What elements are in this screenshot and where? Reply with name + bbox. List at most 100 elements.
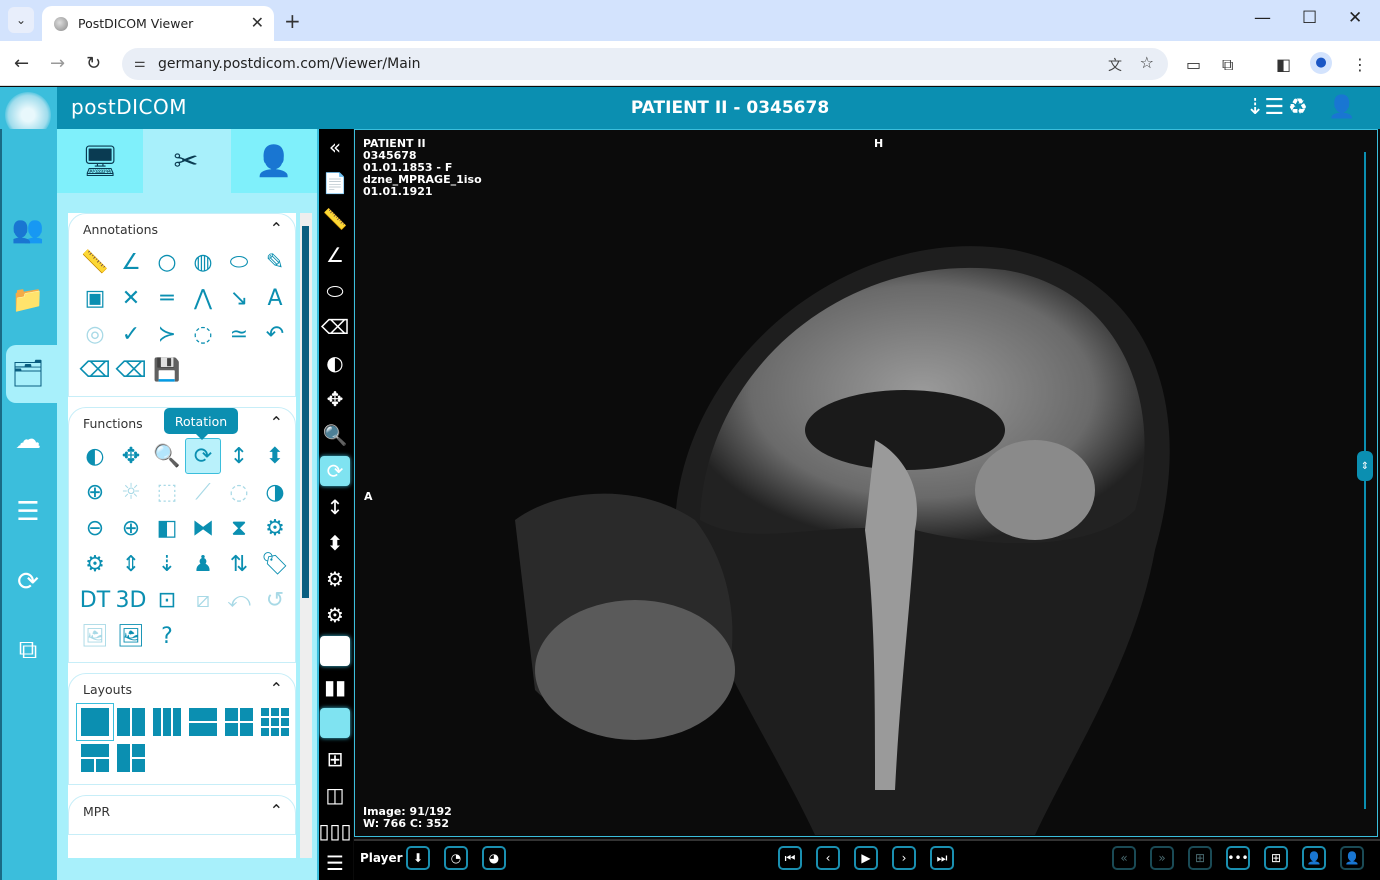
functions-tool-25-icon[interactable]: 3D: [113, 582, 149, 618]
eraser-icon[interactable]: ⌫: [320, 312, 350, 342]
functions-tool-21-icon[interactable]: ♟: [185, 546, 221, 582]
functions-tool-20-icon[interactable]: ⇣: [149, 546, 185, 582]
nav-search-list[interactable]: ☰: [6, 490, 50, 534]
functions-tool-2-icon[interactable]: 🔍: [149, 438, 185, 474]
speed-down-button[interactable]: ◔: [444, 846, 468, 870]
layout-three-col-icon[interactable]: ▯▯▯: [318, 816, 351, 846]
next-series-button[interactable]: »: [1150, 846, 1174, 870]
more-button[interactable]: •••: [1226, 846, 1250, 870]
nav-sync[interactable]: ⟳: [6, 560, 50, 604]
functions-tool-17-icon[interactable]: ⚙: [257, 510, 293, 546]
functions-tool-27-icon[interactable]: ⧄: [185, 582, 221, 618]
annotations-tool-11-icon[interactable]: A: [257, 280, 293, 316]
annotations-tool-8-icon[interactable]: ═: [149, 280, 185, 316]
functions-tool-11-icon[interactable]: ◑: [257, 474, 293, 510]
layout-rows-icon[interactable]: ☰: [320, 848, 350, 878]
translate-icon[interactable]: 文: [1108, 55, 1122, 75]
layout-select-icon[interactable]: [320, 708, 350, 738]
functions-tool-31-icon[interactable]: 🖼: [113, 618, 149, 654]
functions-tool-14-icon[interactable]: ◧: [149, 510, 185, 546]
new-tab-button[interactable]: +: [284, 9, 301, 33]
last-frame-button[interactable]: ⏭: [930, 846, 954, 870]
first-frame-button[interactable]: ⏮: [778, 846, 802, 870]
next-patient-button[interactable]: 👤: [1340, 846, 1364, 870]
stack-icon[interactable]: ⬍: [320, 528, 350, 558]
annotations-tool-15-icon[interactable]: ◌: [185, 316, 221, 352]
functions-tool-9-icon[interactable]: ⟋: [185, 474, 221, 510]
minimize-button[interactable]: —: [1254, 8, 1271, 28]
functions-tool-30-icon[interactable]: 🖼: [77, 618, 113, 654]
functions-tool-18-icon[interactable]: ⚙: [77, 546, 113, 582]
collapse-mpr-icon[interactable]: ⌃: [270, 801, 283, 820]
ruler-icon[interactable]: 📏: [320, 204, 350, 234]
functions-tool-24-icon[interactable]: DT: [77, 582, 113, 618]
layout-1x1[interactable]: [76, 703, 114, 741]
pan-icon[interactable]: ✥: [320, 384, 350, 414]
functions-tool-26-icon[interactable]: ⊡: [149, 582, 185, 618]
sort-list-icon[interactable]: ⇣☰: [1246, 95, 1284, 120]
annotations-tool-10-icon[interactable]: ↘: [221, 280, 257, 316]
collapse-layouts-icon[interactable]: ⌃: [270, 679, 283, 698]
layout-2x1[interactable]: [185, 704, 221, 740]
forward-button[interactable]: →: [50, 53, 65, 74]
profile-avatar[interactable]: ●: [1310, 52, 1332, 74]
image-slider-thumb[interactable]: ⇕: [1357, 451, 1373, 481]
user-icon[interactable]: 👤: [1328, 95, 1355, 120]
url-bar[interactable]: ⚌ germany.postdicom.com/Viewer/Main 文 ☆: [122, 48, 1168, 80]
annotations-tool-20-icon[interactable]: 💾: [149, 352, 185, 388]
rotation-icon[interactable]: ⟳: [320, 456, 350, 486]
download-button[interactable]: ⬇: [406, 846, 430, 870]
layout-1x2[interactable]: [113, 704, 149, 740]
nav-remote-display[interactable]: ⧉: [6, 628, 50, 672]
tab-list-dropdown[interactable]: ⌄: [8, 7, 34, 33]
back-button[interactable]: ←: [14, 53, 29, 74]
layout-two-icon[interactable]: ▮▮: [320, 672, 350, 702]
reset-all-icon[interactable]: ⚙: [320, 600, 350, 630]
annotations-tool-13-icon[interactable]: ✓: [113, 316, 149, 352]
layout-left-1-right-2[interactable]: [113, 740, 149, 776]
extensions-icon[interactable]: ⧉: [1222, 55, 1233, 75]
layout-top-1-bottom-2[interactable]: [77, 740, 113, 776]
image-viewport[interactable]: PATIENT II 0345678 01.01.1853 - F dzne_M…: [354, 129, 1378, 837]
play-button[interactable]: ▶: [854, 846, 878, 870]
layout-3x3[interactable]: [257, 704, 293, 740]
layout-1plus2-icon[interactable]: ◫: [320, 780, 350, 810]
site-settings-icon[interactable]: ⚌: [134, 56, 146, 71]
annotations-tool-12-icon[interactable]: ◎: [77, 316, 113, 352]
annotations-tool-7-icon[interactable]: ✕: [113, 280, 149, 316]
prev-series-button[interactable]: «: [1112, 846, 1136, 870]
nav-folders[interactable]: 📁: [6, 278, 50, 322]
maximize-button[interactable]: ☐: [1302, 8, 1317, 28]
panel-scrollbar-thumb[interactable]: [302, 226, 309, 598]
functions-tool-16-icon[interactable]: ⧗: [221, 510, 257, 546]
functions-tool-3-icon[interactable]: ⟳: [185, 438, 221, 474]
layout-2x2-icon[interactable]: ⊞: [320, 744, 350, 774]
functions-tool-19-icon[interactable]: ⇕: [113, 546, 149, 582]
functions-tool-22-icon[interactable]: ⇅: [221, 546, 257, 582]
annotations-tool-18-icon[interactable]: ⌫: [77, 352, 113, 388]
recycle-bin-icon[interactable]: ♻: [1288, 95, 1308, 120]
reload-button[interactable]: ↻: [86, 53, 101, 74]
ellipse-icon[interactable]: ⬭: [320, 276, 350, 306]
collapse-functions-icon[interactable]: ⌃: [270, 413, 283, 432]
prev-layout-button[interactable]: ⊞: [1188, 846, 1212, 870]
report-icon[interactable]: 📄: [320, 168, 350, 198]
layout-2x2[interactable]: [221, 704, 257, 740]
scroll-icon[interactable]: ↕: [320, 492, 350, 522]
functions-tool-32-icon[interactable]: ?: [149, 618, 185, 654]
functions-tool-15-icon[interactable]: ⧓: [185, 510, 221, 546]
annotations-tool-14-icon[interactable]: ≻: [149, 316, 185, 352]
annotations-tool-9-icon[interactable]: ⋀: [185, 280, 221, 316]
close-tab-icon[interactable]: ✕: [251, 13, 264, 32]
functions-tool-5-icon[interactable]: ⬍: [257, 438, 293, 474]
nav-patients[interactable]: 👥: [6, 208, 50, 252]
annotations-tool-5-icon[interactable]: ✎: [257, 244, 293, 280]
functions-tool-13-icon[interactable]: ⊕: [113, 510, 149, 546]
functions-tool-12-icon[interactable]: ⊖: [77, 510, 113, 546]
tools-tab[interactable]: ✂: [143, 129, 229, 193]
study-info-tab[interactable]: 🖥: [57, 129, 143, 193]
annotations-tool-17-icon[interactable]: ↶: [257, 316, 293, 352]
side-panel-icon[interactable]: ◧: [1276, 55, 1291, 74]
annotations-tool-19-icon[interactable]: ⌫: [113, 352, 149, 388]
reset-icon[interactable]: ⚙: [320, 564, 350, 594]
